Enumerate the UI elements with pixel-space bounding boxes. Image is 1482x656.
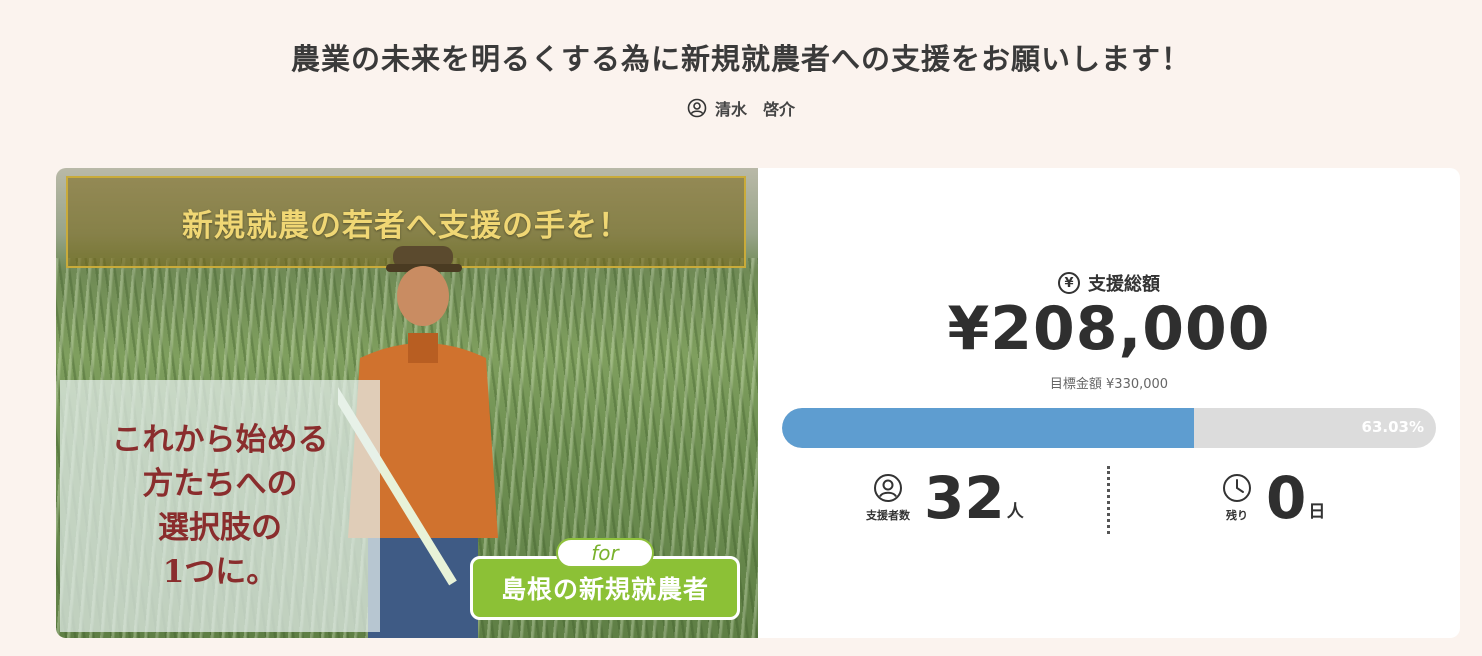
goal-amount: 目標金額 ¥330,000 (1049, 377, 1169, 392)
total-label-row: ¥ 支援総額 (758, 270, 1460, 296)
supporters-stat: 支援者数 32 人 (866, 468, 1024, 528)
hero-quote-text: これから始める 方たちへの 選択肢の 1つに。 (111, 422, 329, 590)
for-badge: for (556, 538, 654, 568)
funding-panel: ¥ 支援総額 ¥208,000 目標金額 ¥330,000 63.03% 支援者… (758, 168, 1460, 638)
total-label: 支援総額 (1088, 274, 1160, 295)
clock-icon (1223, 474, 1251, 502)
supporters-unit: 人 (1006, 502, 1024, 522)
progress-percent: 63.03% (1361, 418, 1424, 436)
remaining-unit: 日 (1308, 502, 1326, 522)
supporters-count: 32 (924, 464, 1005, 532)
project-owner[interactable]: 清水 啓介 (0, 96, 1482, 120)
user-icon (687, 98, 707, 118)
total-amount: ¥208,000 (947, 294, 1271, 364)
owner-name: 清水 啓介 (714, 100, 795, 119)
supporters-icon (874, 474, 902, 502)
remaining-days: 0 (1266, 464, 1307, 532)
progress-bar-fill (782, 408, 1195, 448)
progress-bar: 63.03% (782, 408, 1436, 448)
project-hero-image: 新規就農の若者へ支援の手を！ これから始める 方たちへの 選択肢の 1つに。 島… (56, 168, 758, 638)
remaining-caption: 残り (1226, 509, 1248, 522)
region-badge-label: 島根の新規就農者 (500, 575, 709, 604)
remaining-stat: 残り 0 日 (1222, 468, 1325, 528)
stats-divider (1107, 466, 1110, 534)
for-badge-label: for (591, 541, 619, 565)
hero-quote-box: これから始める 方たちへの 選択肢の 1つに。 (60, 380, 380, 632)
supporters-caption: 支援者数 (866, 509, 910, 522)
project-title: 農業の未来を明るくする為に新規就農者への支援をお願いします！ (290, 42, 1191, 76)
yen-icon: ¥ (1058, 272, 1080, 294)
